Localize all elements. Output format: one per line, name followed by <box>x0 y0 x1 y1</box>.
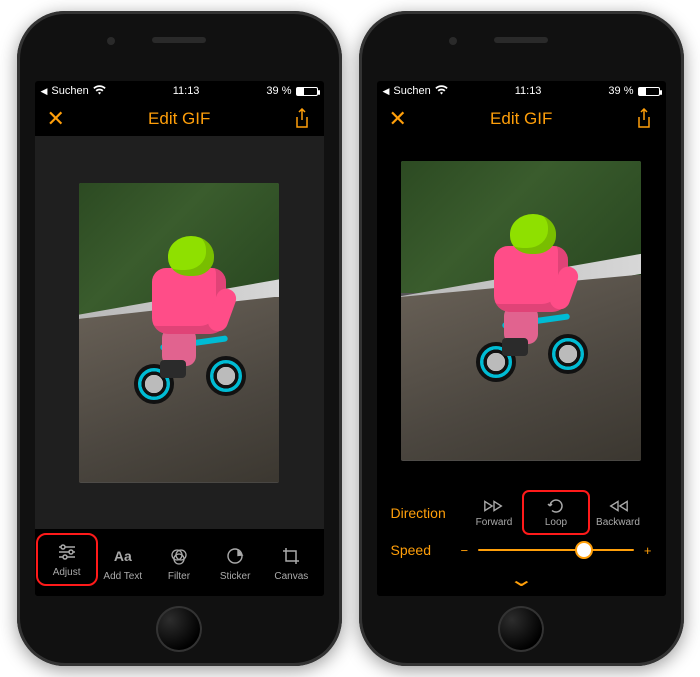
home-button[interactable] <box>156 606 202 652</box>
tool-label: Canvas <box>274 571 308 582</box>
screen-left: ◀ Suchen 11:13 39 % ✕ Edit GIF <box>35 81 324 596</box>
speed-thumb[interactable] <box>575 541 593 559</box>
speed-slider[interactable] <box>478 549 634 551</box>
speed-label: Speed <box>391 542 461 558</box>
battery-icon <box>638 87 660 96</box>
nav-bar: ✕ Edit GIF <box>35 100 324 136</box>
device-left: ◀ Suchen 11:13 39 % ✕ Edit GIF <box>17 11 342 666</box>
crop-icon <box>280 545 302 567</box>
gif-preview[interactable] <box>35 136 324 529</box>
bottom-toolbar: Adjust Aa Add Text Filter Sticker <box>35 529 324 596</box>
tool-label: Filter <box>168 571 190 582</box>
page-title: Edit GIF <box>490 109 552 129</box>
tool-canvas[interactable]: Canvas <box>264 545 318 582</box>
back-app-label[interactable]: Suchen <box>393 86 430 97</box>
screen-right: ◀ Suchen 11:13 39 % ✕ Edit GIF <box>377 81 666 596</box>
home-button[interactable] <box>498 606 544 652</box>
direction-option-label: Backward <box>596 517 640 528</box>
tool-label: Add Text <box>103 571 142 582</box>
status-bar: ◀ Suchen 11:13 39 % <box>377 81 666 100</box>
speed-minus[interactable]: − <box>461 543 469 558</box>
tool-add-text[interactable]: Aa Add Text <box>96 545 150 582</box>
speed-row: Speed − + <box>391 542 652 558</box>
back-chevron-icon[interactable]: ◀ <box>383 87 390 96</box>
sliders-icon <box>56 541 78 563</box>
direction-row: Direction Forward Loop <box>391 493 652 532</box>
direction-label: Direction <box>391 505 461 521</box>
gif-frame <box>79 183 279 483</box>
direction-option-label: Forward <box>476 517 513 528</box>
battery-pct: 39 % <box>266 86 291 97</box>
direction-backward[interactable]: Backward <box>587 493 649 532</box>
speed-plus[interactable]: + <box>644 543 652 558</box>
tool-adjust[interactable]: Adjust <box>40 537 94 582</box>
battery-icon <box>296 87 318 96</box>
loop-icon <box>545 497 567 515</box>
gif-frame <box>401 161 641 461</box>
back-app-label[interactable]: Suchen <box>51 86 88 97</box>
text-icon: Aa <box>112 545 134 567</box>
sticker-icon <box>224 545 246 567</box>
direction-loop[interactable]: Loop <box>525 493 587 532</box>
back-chevron-icon[interactable]: ◀ <box>41 87 48 96</box>
filter-icon <box>168 545 190 567</box>
adjust-panel: Direction Forward Loop <box>377 485 666 596</box>
chevron-down-icon[interactable]: ⌄ <box>508 568 535 590</box>
tool-sticker[interactable]: Sticker <box>208 545 262 582</box>
close-icon[interactable]: ✕ <box>389 108 407 130</box>
page-title: Edit GIF <box>148 109 210 129</box>
clock: 11:13 <box>173 86 200 97</box>
share-icon[interactable] <box>293 108 311 130</box>
device-right: ◀ Suchen 11:13 39 % ✕ Edit GIF <box>359 11 684 666</box>
direction-option-label: Loop <box>545 517 567 528</box>
forward-icon <box>483 497 505 515</box>
gif-preview[interactable] <box>377 136 666 485</box>
battery-pct: 39 % <box>608 86 633 97</box>
backward-icon <box>607 497 629 515</box>
tool-filter[interactable]: Filter <box>152 545 206 582</box>
share-icon[interactable] <box>635 108 653 130</box>
close-icon[interactable]: ✕ <box>47 108 65 130</box>
tool-label: Adjust <box>53 567 81 578</box>
nav-bar: ✕ Edit GIF <box>377 100 666 136</box>
tool-label: Sticker <box>220 571 251 582</box>
clock: 11:13 <box>515 86 542 97</box>
wifi-icon <box>435 85 448 98</box>
wifi-icon <box>93 85 106 98</box>
direction-forward[interactable]: Forward <box>463 493 525 532</box>
status-bar: ◀ Suchen 11:13 39 % <box>35 81 324 100</box>
